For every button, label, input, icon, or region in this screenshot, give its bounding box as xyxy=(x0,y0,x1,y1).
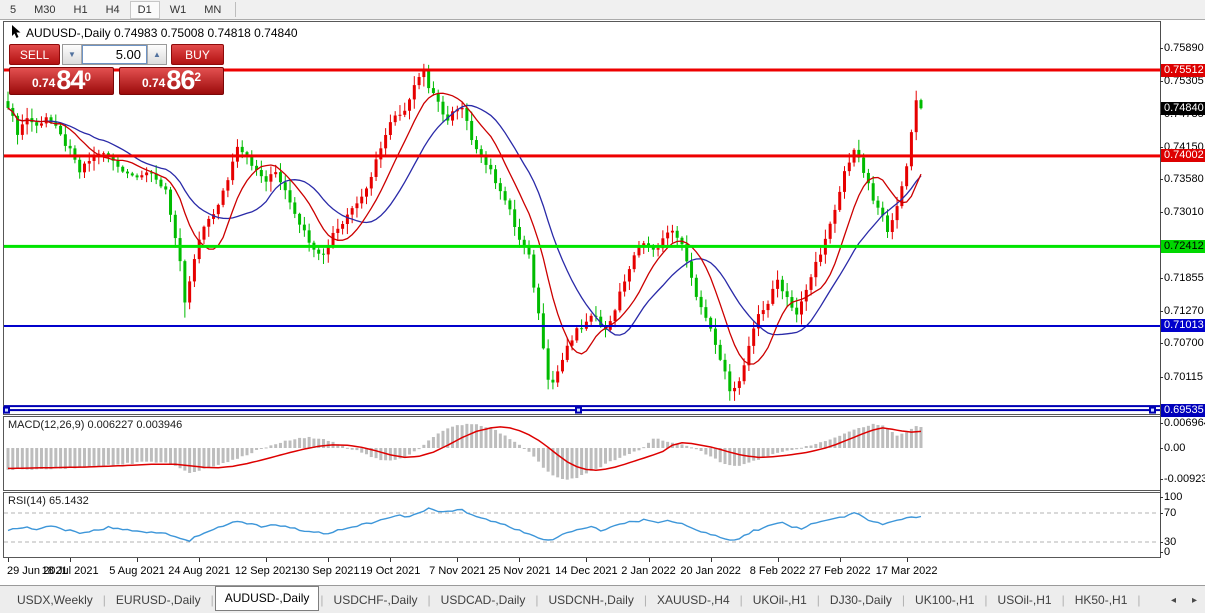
macd-axis-label: -0.00923 xyxy=(1164,473,1205,486)
price-axis-label: 0.75890 xyxy=(1164,42,1204,55)
rsi-axis-tick xyxy=(1160,513,1163,514)
horizontal-line-0.74002[interactable] xyxy=(4,154,1160,157)
sell-price-small: 0.74 xyxy=(32,76,55,90)
price-axis-tick xyxy=(1160,377,1163,378)
price-axis-tick xyxy=(1160,343,1163,344)
price-level-badge: 0.75512 xyxy=(1161,64,1205,77)
rsi-axis-tick xyxy=(1160,542,1163,543)
ma-slow-line xyxy=(8,105,921,335)
cursor-arrow-icon xyxy=(11,25,23,39)
price-axis-label: 0.73580 xyxy=(1164,173,1204,186)
rsi-axis-label: 100 xyxy=(1164,491,1182,504)
price-level-badge: 0.72412 xyxy=(1161,240,1205,253)
buy-price-small: 0.74 xyxy=(142,76,165,90)
sell-price-big: 84 xyxy=(56,68,84,93)
chart-title-symbol: AUDUSD-,Daily xyxy=(26,26,111,40)
price-level-badge: 0.74002 xyxy=(1161,149,1205,162)
macd-signal-line xyxy=(8,427,921,470)
buy-button[interactable]: BUY xyxy=(171,44,224,65)
trade-widget: SELL ▼ 5.00 ▲ BUY 0.74 84 0 0.74 86 2 xyxy=(9,44,224,95)
rsi-axis-tick xyxy=(1160,552,1163,553)
chevron-up-icon: ▲ xyxy=(153,50,161,59)
volume-decrease-button[interactable]: ▼ xyxy=(63,45,82,64)
macd-axis-tick xyxy=(1160,423,1163,424)
rsi-axis-label: 70 xyxy=(1164,507,1176,520)
price-axis-tick xyxy=(1160,48,1163,49)
macd-axis-tick xyxy=(1160,448,1163,449)
macd-axis-tick xyxy=(1160,479,1163,480)
price-axis-tick xyxy=(1160,311,1163,312)
price-axis-tick xyxy=(1160,81,1163,82)
price-axis-label: 0.70115 xyxy=(1164,371,1203,384)
sell-price-display[interactable]: 0.74 84 0 xyxy=(9,67,114,95)
ma-fast-line xyxy=(8,93,921,364)
rsi-axis-label: 0 xyxy=(1164,546,1170,559)
price-axis-label: 0.75305 xyxy=(1164,75,1204,88)
horizontal-line-0.71013[interactable] xyxy=(4,325,1160,327)
chevron-down-icon: ▼ xyxy=(68,50,76,59)
candles-group xyxy=(7,64,923,401)
buy-price-big: 86 xyxy=(166,68,194,93)
volume-stepper: ▼ 5.00 ▲ xyxy=(62,44,167,65)
price-axis-label: 0.71270 xyxy=(1164,305,1204,318)
level-lines-group[interactable] xyxy=(3,69,1160,414)
rsi-axis-tick xyxy=(1160,497,1163,498)
macd-axis-label: 0.00 xyxy=(1164,442,1185,455)
price-axis-label: 0.73010 xyxy=(1164,206,1204,219)
rsi-label: RSI(14) 65.1432 xyxy=(8,495,89,507)
price-axis-label: 0.70700 xyxy=(1164,337,1204,350)
chart-title: AUDUSD-,Daily 0.74983 0.75008 0.74818 0.… xyxy=(26,26,298,40)
current-price-badge: 0.74840 xyxy=(1161,102,1205,115)
sell-button[interactable]: SELL xyxy=(9,44,60,65)
price-level-badge: 0.69535 xyxy=(1161,404,1205,417)
chart-title-ohlc: 0.74983 0.75008 0.74818 0.74840 xyxy=(114,26,298,40)
price-axis-tick xyxy=(1160,147,1163,148)
price-level-badge: 0.71013 xyxy=(1161,319,1205,332)
horizontal-line-0.72412[interactable] xyxy=(4,245,1160,248)
buy-price-sup: 2 xyxy=(194,70,201,84)
price-axis-tick xyxy=(1160,212,1163,213)
macd-label: MACD(12,26,9) 0.006227 0.003946 xyxy=(8,419,182,431)
macd-histogram-group xyxy=(7,424,923,480)
price-axis-tick xyxy=(1160,278,1163,279)
price-axis-tick xyxy=(1160,179,1163,180)
mt4-terminal: 5M30H1H4D1W1MN AUDUSD-,Daily 0.74983 0.7… xyxy=(0,0,1205,613)
price-axis-label: 0.71855 xyxy=(1164,272,1204,285)
volume-increase-button[interactable]: ▲ xyxy=(147,45,166,64)
buy-price-display[interactable]: 0.74 86 2 xyxy=(119,67,224,95)
volume-input[interactable]: 5.00 xyxy=(82,45,147,64)
sell-price-sup: 0 xyxy=(84,70,91,84)
macd-axis-label: 0.006964 xyxy=(1164,417,1205,430)
